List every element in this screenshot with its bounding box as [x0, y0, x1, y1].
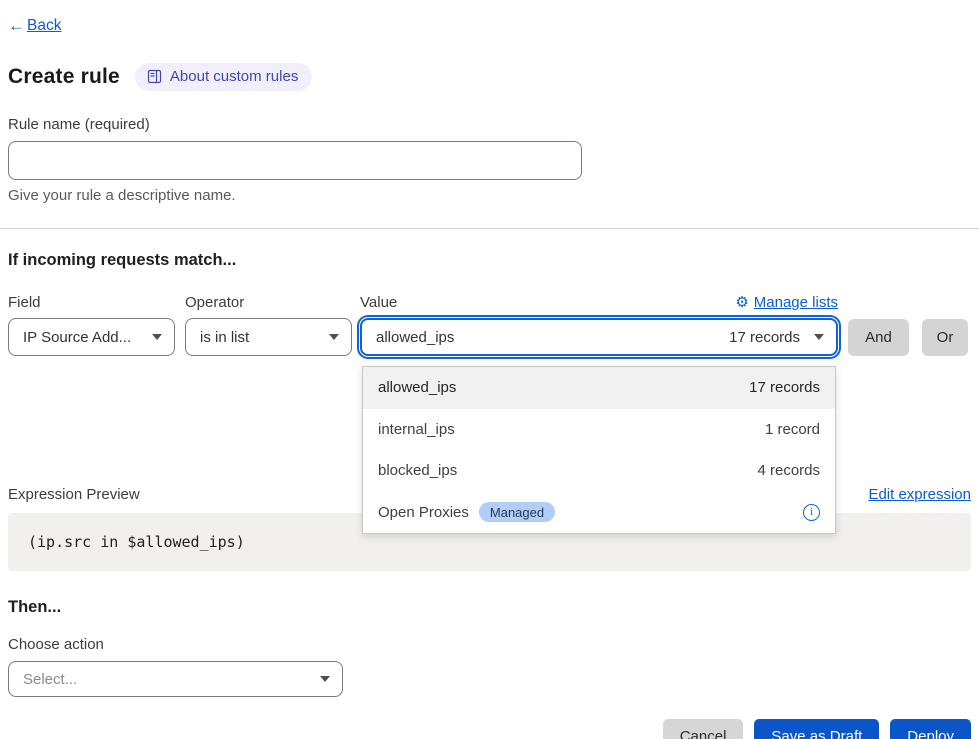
match-labels-row: Field Operator Value Manage lists: [8, 294, 971, 311]
manage-lists-label: Manage lists: [754, 294, 838, 311]
list-item-open-proxies[interactable]: Open Proxies Managed: [363, 492, 835, 534]
rule-name-input[interactable]: [8, 141, 582, 180]
back-row: ← Back: [8, 0, 971, 36]
operator-select[interactable]: is in list: [185, 318, 352, 356]
action-select-placeholder: Select...: [23, 671, 77, 688]
list-item-name: Open Proxies: [378, 504, 469, 521]
expression-code: (ip.src in $allowed_ips): [28, 533, 245, 551]
save-as-draft-button[interactable]: Save as Draft: [754, 719, 879, 739]
chevron-down-icon: [814, 334, 824, 340]
then-heading: Then...: [8, 598, 971, 617]
list-item-name: allowed_ips: [378, 379, 456, 396]
chevron-down-icon: [329, 334, 339, 340]
list-item-name: blocked_ips: [378, 462, 457, 479]
back-link-label: Back: [27, 17, 61, 35]
field-label: Field: [8, 294, 185, 311]
field-select-value: IP Source Add...: [23, 329, 131, 346]
book-icon: [147, 69, 162, 84]
choose-action-label: Choose action: [8, 636, 971, 653]
value-select-selected: allowed_ips: [376, 329, 454, 346]
deploy-button[interactable]: Deploy: [890, 719, 971, 739]
edit-expression-link[interactable]: Edit expression: [868, 486, 971, 503]
or-button[interactable]: Or: [922, 319, 968, 356]
manage-lists-link[interactable]: Manage lists: [735, 294, 838, 311]
gear-icon: [735, 294, 748, 311]
title-row: Create rule About custom rules: [8, 63, 971, 91]
operator-select-value: is in list: [200, 329, 249, 346]
create-rule-page: ← Back Create rule About custom rules Ru…: [0, 0, 979, 739]
value-select-meta: 17 records: [729, 329, 800, 346]
cancel-button[interactable]: Cancel: [663, 719, 744, 739]
about-badge-label: About custom rules: [170, 68, 298, 85]
list-item-name: internal_ips: [378, 421, 455, 438]
rule-name-help: Give your rule a descriptive name.: [8, 187, 971, 204]
and-button[interactable]: And: [848, 319, 909, 356]
info-icon[interactable]: [803, 504, 820, 521]
rule-name-label: Rule name (required): [8, 116, 971, 133]
lists-dropdown-menu: allowed_ips 17 records internal_ips 1 re…: [362, 366, 836, 534]
list-item-meta: 17 records: [749, 379, 820, 396]
chevron-down-icon: [320, 676, 330, 682]
match-heading: If incoming requests match...: [8, 251, 971, 270]
expression-preview-label: Expression Preview: [8, 486, 140, 503]
field-select[interactable]: IP Source Add...: [8, 318, 175, 356]
back-link[interactable]: ← Back: [8, 16, 61, 36]
footer-buttons: Cancel Save as Draft Deploy: [8, 719, 971, 739]
value-select[interactable]: allowed_ips 17 records: [360, 318, 838, 356]
value-label: Value: [360, 294, 397, 311]
about-custom-rules-link[interactable]: About custom rules: [135, 63, 312, 91]
section-divider: [0, 228, 979, 229]
operator-label: Operator: [185, 294, 360, 311]
action-select[interactable]: Select...: [8, 661, 343, 697]
list-item-meta: 4 records: [757, 462, 820, 479]
list-item-allowed-ips[interactable]: allowed_ips 17 records: [363, 367, 835, 409]
value-label-row: Value Manage lists: [360, 294, 838, 311]
managed-badge: Managed: [479, 502, 555, 522]
list-item-internal-ips[interactable]: internal_ips 1 record: [363, 409, 835, 451]
list-item-blocked-ips[interactable]: blocked_ips 4 records: [363, 450, 835, 492]
list-item-meta: 1 record: [765, 421, 820, 438]
back-arrow-icon: ←: [8, 16, 25, 36]
page-title: Create rule: [8, 65, 120, 89]
chevron-down-icon: [152, 334, 162, 340]
match-selects-row: IP Source Add... is in list allowed_ips …: [8, 318, 971, 356]
